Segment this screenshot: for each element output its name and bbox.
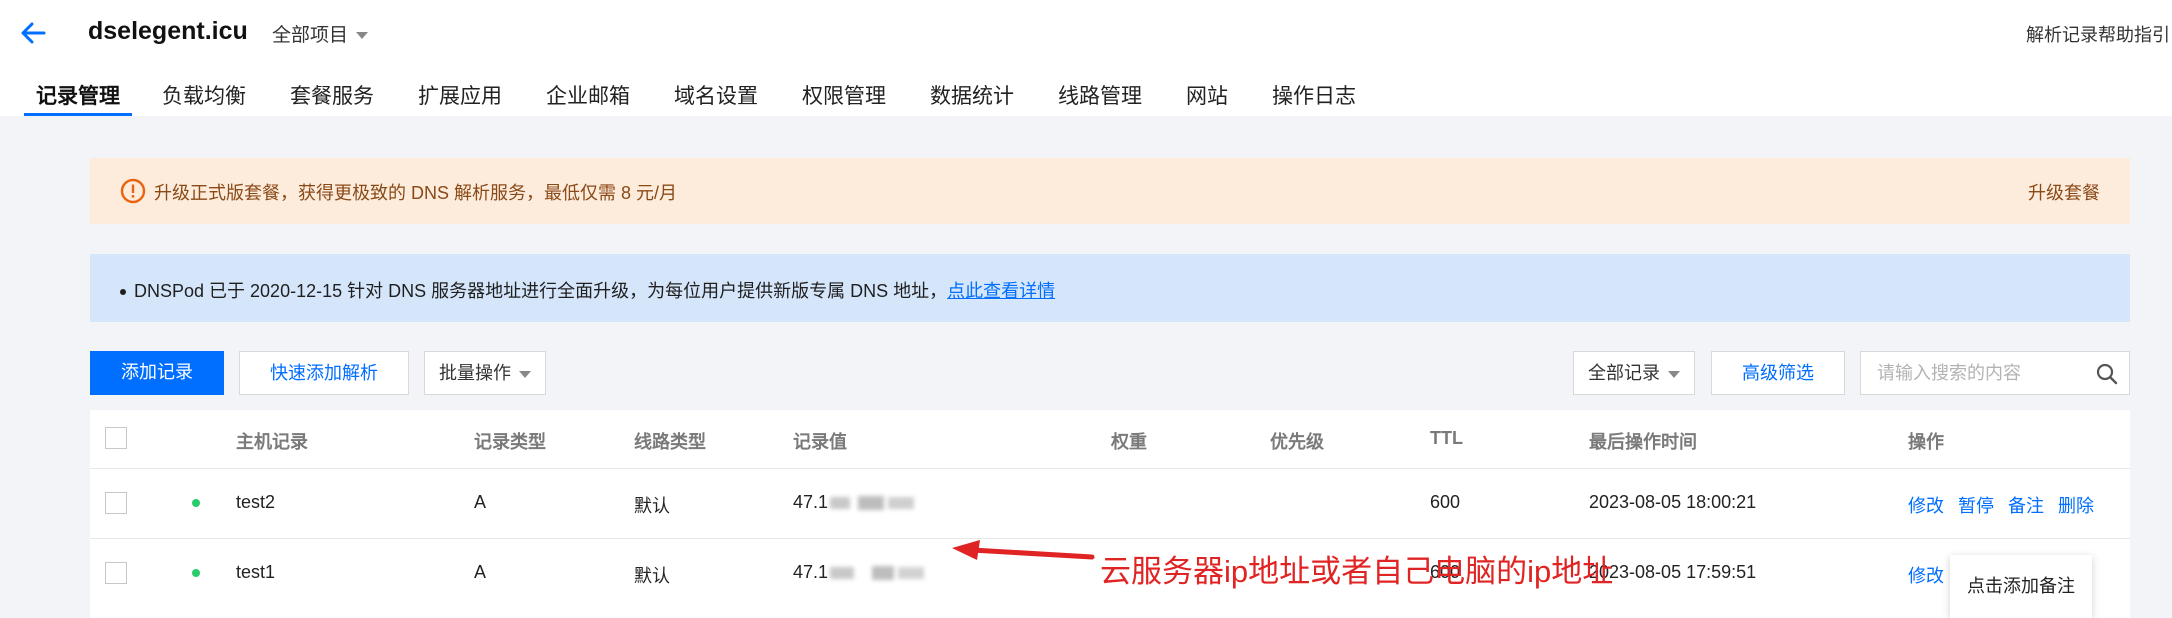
tab-enterprise-mail[interactable]: 企业邮箱	[534, 80, 642, 116]
status-dot	[192, 569, 200, 577]
type-cell: A	[474, 492, 487, 512]
column-header: 最后操作时间	[1589, 432, 1697, 452]
table-row: test2 A 默认 47.1 600 2023-08-05 18:00:21 …	[90, 468, 2130, 539]
row-checkbox[interactable]	[105, 492, 127, 514]
edit-link[interactable]: 修改	[1908, 566, 1944, 586]
column-header: 记录值	[793, 432, 847, 452]
value-cell: 47.1	[793, 492, 918, 513]
advanced-filter-button[interactable]: 高级筛选	[1711, 351, 1845, 395]
help-link[interactable]: 解析记录帮助指引	[2026, 21, 2170, 47]
column-header: 记录类型	[474, 432, 546, 452]
tab-operation-log[interactable]: 操作日志	[1260, 80, 1368, 116]
column-header: 线路类型	[634, 432, 706, 452]
warning-icon	[120, 178, 146, 204]
tab-extensions[interactable]: 扩展应用	[406, 80, 514, 116]
value-cell: 47.1	[793, 562, 928, 583]
column-header: TTL	[1430, 428, 1463, 448]
tab-permissions[interactable]: 权限管理	[790, 80, 898, 116]
type-cell: A	[474, 562, 487, 582]
tab-line-management[interactable]: 线路管理	[1046, 80, 1154, 116]
batch-operation-label: 批量操作	[439, 363, 511, 383]
top-bar: dselegent.icu 全部项目 解析记录帮助指引 记录管理 负载均衡 套餐…	[0, 0, 2172, 116]
select-all-checkbox[interactable]	[105, 427, 127, 449]
tab-domain-settings[interactable]: 域名设置	[662, 80, 770, 116]
batch-operation-dropdown[interactable]: 批量操作	[424, 351, 546, 395]
upgrade-package-link[interactable]: 升级套餐	[2028, 179, 2100, 205]
host-cell: test2	[236, 492, 276, 512]
project-select-label: 全部项目	[272, 25, 349, 46]
edit-link[interactable]: 修改	[1908, 496, 1944, 516]
time-cell: 2023-08-05 18:00:21	[1589, 492, 1757, 512]
dns-details-link[interactable]: 点此查看详情	[947, 281, 1055, 301]
tab-website[interactable]: 网站	[1174, 80, 1240, 116]
note-link[interactable]: 备注	[2008, 496, 2044, 516]
host-cell: test1	[236, 562, 276, 582]
add-record-button[interactable]: 添加记录	[90, 351, 224, 395]
chevron-down-icon	[519, 370, 531, 378]
search-box	[1860, 351, 2130, 395]
search-input[interactable]	[1875, 362, 2079, 385]
time-cell: 2023-08-05 17:59:51	[1589, 562, 1757, 582]
project-select[interactable]: 全部项目	[272, 20, 369, 47]
chevron-down-icon	[1668, 370, 1680, 378]
annotation-arrow-icon	[952, 540, 1095, 560]
actions-cell: 修改 暂停 备注 删除	[1908, 492, 2108, 518]
quick-add-button[interactable]: 快速添加解析	[239, 351, 409, 395]
value-text: 47.1	[793, 562, 829, 582]
table-header-row: 主机记录 记录类型 线路类型 记录值 权重 优先级 TTL 最后操作时间 操作	[90, 410, 2130, 469]
dns-upgrade-notice: DNSPod 已于 2020-12-15 针对 DNS 服务器地址进行全面升级，…	[90, 254, 2130, 322]
redacted-value	[830, 566, 925, 581]
tab-bar: 记录管理 负载均衡 套餐服务 扩展应用 企业邮箱 域名设置 权限管理 数据统计 …	[24, 80, 1368, 116]
record-filter-dropdown[interactable]: 全部记录	[1573, 351, 1695, 395]
line-cell: 默认	[634, 496, 670, 516]
tab-statistics[interactable]: 数据统计	[918, 80, 1026, 116]
column-header: 操作	[1908, 432, 1944, 452]
tab-package-service[interactable]: 套餐服务	[278, 80, 386, 116]
search-icon[interactable]	[2095, 362, 2119, 386]
domain-title: dselegent.icu	[88, 17, 248, 45]
redacted-value	[830, 496, 915, 511]
status-dot	[192, 499, 200, 507]
bullet-icon	[120, 289, 126, 296]
dns-notice-text: DNSPod 已于 2020-12-15 针对 DNS 服务器地址进行全面升级，…	[120, 277, 1055, 303]
column-header: 优先级	[1270, 432, 1324, 452]
row-checkbox[interactable]	[105, 562, 127, 584]
back-arrow-icon[interactable]	[18, 18, 48, 48]
column-header: 权重	[1111, 432, 1147, 452]
upgrade-notice: 升级正式版套餐，获得更极致的 DNS 解析服务，最低仅需 8 元/月 升级套餐	[90, 158, 2130, 224]
delete-link[interactable]: 删除	[2058, 496, 2094, 516]
ttl-cell: 600	[1430, 492, 1461, 512]
tab-record-management[interactable]: 记录管理	[24, 80, 132, 116]
dns-notice-message: DNSPod 已于 2020-12-15 针对 DNS 服务器地址进行全面升级，…	[134, 281, 948, 301]
record-filter-label: 全部记录	[1588, 363, 1660, 383]
chevron-down-icon	[356, 32, 369, 40]
tab-load-balancing[interactable]: 负载均衡	[150, 80, 258, 116]
upgrade-notice-text: 升级正式版套餐，获得更极致的 DNS 解析服务，最低仅需 8 元/月	[154, 183, 678, 203]
column-header: 主机记录	[236, 432, 308, 452]
line-cell: 默认	[634, 566, 670, 586]
value-text: 47.1	[793, 492, 829, 512]
annotation-text: 云服务器ip地址或者自己电脑的ip地址	[1100, 554, 1614, 589]
pause-link[interactable]: 暂停	[1958, 496, 1994, 516]
add-note-tooltip: 点击添加备注	[1950, 555, 2092, 618]
